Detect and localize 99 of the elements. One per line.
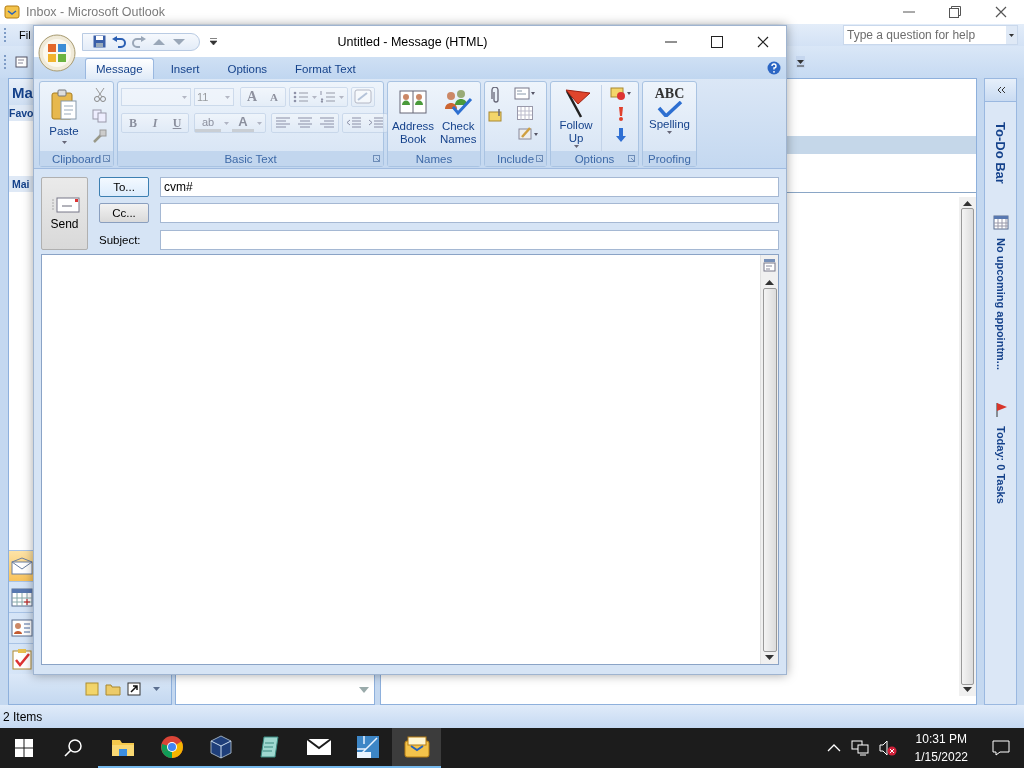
undo-icon[interactable] (112, 35, 126, 48)
caret-icon (573, 145, 579, 148)
search-icon[interactable] (64, 739, 82, 757)
group-label: Options (574, 152, 615, 165)
close-icon[interactable] (756, 34, 770, 49)
high-importance-icon[interactable] (617, 106, 625, 122)
business-card-icon[interactable] (514, 87, 536, 101)
help-search-field[interactable]: Type a question for help (843, 25, 1018, 45)
check-names-button[interactable]: Check Names (438, 85, 479, 151)
close-icon[interactable] (994, 5, 1008, 19)
caret-icon (182, 95, 187, 99)
paperclip-icon[interactable] (491, 87, 501, 103)
save-icon[interactable] (93, 35, 106, 48)
envelope-block-icon[interactable] (610, 87, 632, 101)
envelope-icon (49, 196, 80, 213)
notification-icon[interactable] (992, 740, 1010, 756)
caret-icon[interactable] (153, 687, 160, 691)
flag-icon (993, 401, 1008, 418)
maximize-icon[interactable] (710, 34, 724, 49)
ribbon-tab[interactable]: Message (85, 58, 154, 79)
dialog-launcher-icon[interactable] (373, 155, 380, 162)
spelling-button[interactable]: ABC Spelling (646, 85, 693, 151)
status-text: 2 Items (3, 709, 43, 724)
folder-icon[interactable] (110, 737, 135, 757)
caret-icon[interactable] (796, 56, 805, 68)
ruler-icon[interactable] (763, 258, 776, 272)
shortcut-icon[interactable] (127, 682, 141, 696)
group-label: Clipboard (51, 152, 102, 165)
down-arrow-icon[interactable] (172, 36, 186, 47)
task-clipboard-icon[interactable] (11, 648, 33, 670)
appointments-text: No upcoming appointm... (994, 237, 1007, 370)
scroll-up-icon[interactable] (765, 280, 774, 285)
cc-field[interactable] (160, 203, 779, 224)
help-icon[interactable] (767, 61, 781, 75)
send-button[interactable]: Send (41, 177, 88, 250)
vista-box-icon[interactable] (355, 735, 380, 759)
todo-bar-title: To-Do Bar (993, 122, 1008, 184)
expand-chevron-icon[interactable] (995, 86, 1006, 94)
dialog-launcher-icon[interactable] (536, 155, 543, 162)
scroll-up-icon[interactable] (963, 201, 972, 206)
ribbon-tab[interactable]: Options (216, 58, 279, 79)
calendar-icon[interactable] (517, 106, 533, 120)
dialog-launcher-icon[interactable] (103, 155, 110, 162)
attach-item-icon[interactable] (488, 108, 504, 122)
address-book-button[interactable]: Address Book (391, 85, 435, 151)
scroll-down-icon[interactable] (963, 687, 972, 692)
cube-icon[interactable] (208, 735, 233, 759)
tasks-text: Today: 0 Tasks (994, 425, 1007, 504)
up-arrow-icon[interactable] (152, 36, 166, 47)
browser-icon[interactable] (159, 735, 184, 759)
window-title: Untitled - Message (HTML) (336, 34, 489, 49)
caret-icon (61, 141, 67, 144)
caret-icon (667, 131, 672, 134)
ribbon-tab[interactable]: Insert (159, 58, 211, 79)
network-icon[interactable] (850, 740, 869, 756)
cc-button[interactable]: Cc... (99, 203, 149, 224)
clock[interactable]: 10:31 PM 1/15/2022 (914, 730, 968, 766)
calendar-icon[interactable] (11, 587, 33, 607)
show-hidden-icons-icon[interactable] (826, 744, 841, 752)
muted-speaker-icon[interactable] (878, 740, 897, 756)
scrollbar-thumb[interactable] (762, 288, 777, 652)
signature-icon[interactable] (517, 125, 539, 141)
paste-icon (50, 89, 78, 121)
envelope-icon[interactable] (305, 738, 332, 756)
dialog-launcher-icon[interactable] (628, 155, 635, 162)
subject-label: Subject: (99, 232, 142, 248)
window-title: Inbox - Microsoft Outlook (26, 5, 166, 19)
restore-icon[interactable] (948, 5, 962, 19)
copy-icon[interactable] (92, 109, 107, 123)
format-painter-icon[interactable] (92, 129, 107, 144)
to-button[interactable]: To... (99, 177, 149, 197)
message-body-field[interactable] (41, 254, 779, 665)
subject-field[interactable] (160, 229, 779, 250)
redo-icon[interactable] (132, 35, 146, 48)
address-book-icon (398, 87, 428, 117)
nav-button[interactable] (9, 550, 35, 581)
caret-icon (225, 95, 230, 99)
calendar-icon (992, 213, 1009, 230)
menu-item[interactable]: Fil (19, 29, 31, 41)
to-field[interactable]: cvm# (160, 177, 779, 197)
caret-icon (1009, 33, 1014, 37)
scroll-down-icon[interactable] (765, 655, 774, 660)
group-label: Include (496, 152, 535, 165)
group-label: Proofing (648, 152, 691, 165)
check-names-icon (443, 87, 474, 117)
outlook-logo-icon[interactable] (403, 736, 430, 758)
group-label: Names (415, 152, 453, 165)
ribbon-tab[interactable]: Format Text (284, 58, 367, 79)
notepad-icon[interactable] (257, 735, 282, 759)
scissors-icon[interactable] (92, 87, 107, 103)
scrollbar-thumb[interactable] (961, 208, 974, 685)
contact-card-icon[interactable] (11, 619, 33, 637)
new-item-icon[interactable] (15, 54, 31, 70)
low-importance-icon[interactable] (616, 127, 626, 143)
group-label: Basic Text (224, 152, 277, 165)
customize-caret-icon[interactable] (210, 37, 217, 46)
windows-start-icon[interactable] (15, 739, 33, 757)
outlook-logo-icon (4, 4, 20, 20)
follow-up-button[interactable]: Follow Up (554, 85, 598, 151)
